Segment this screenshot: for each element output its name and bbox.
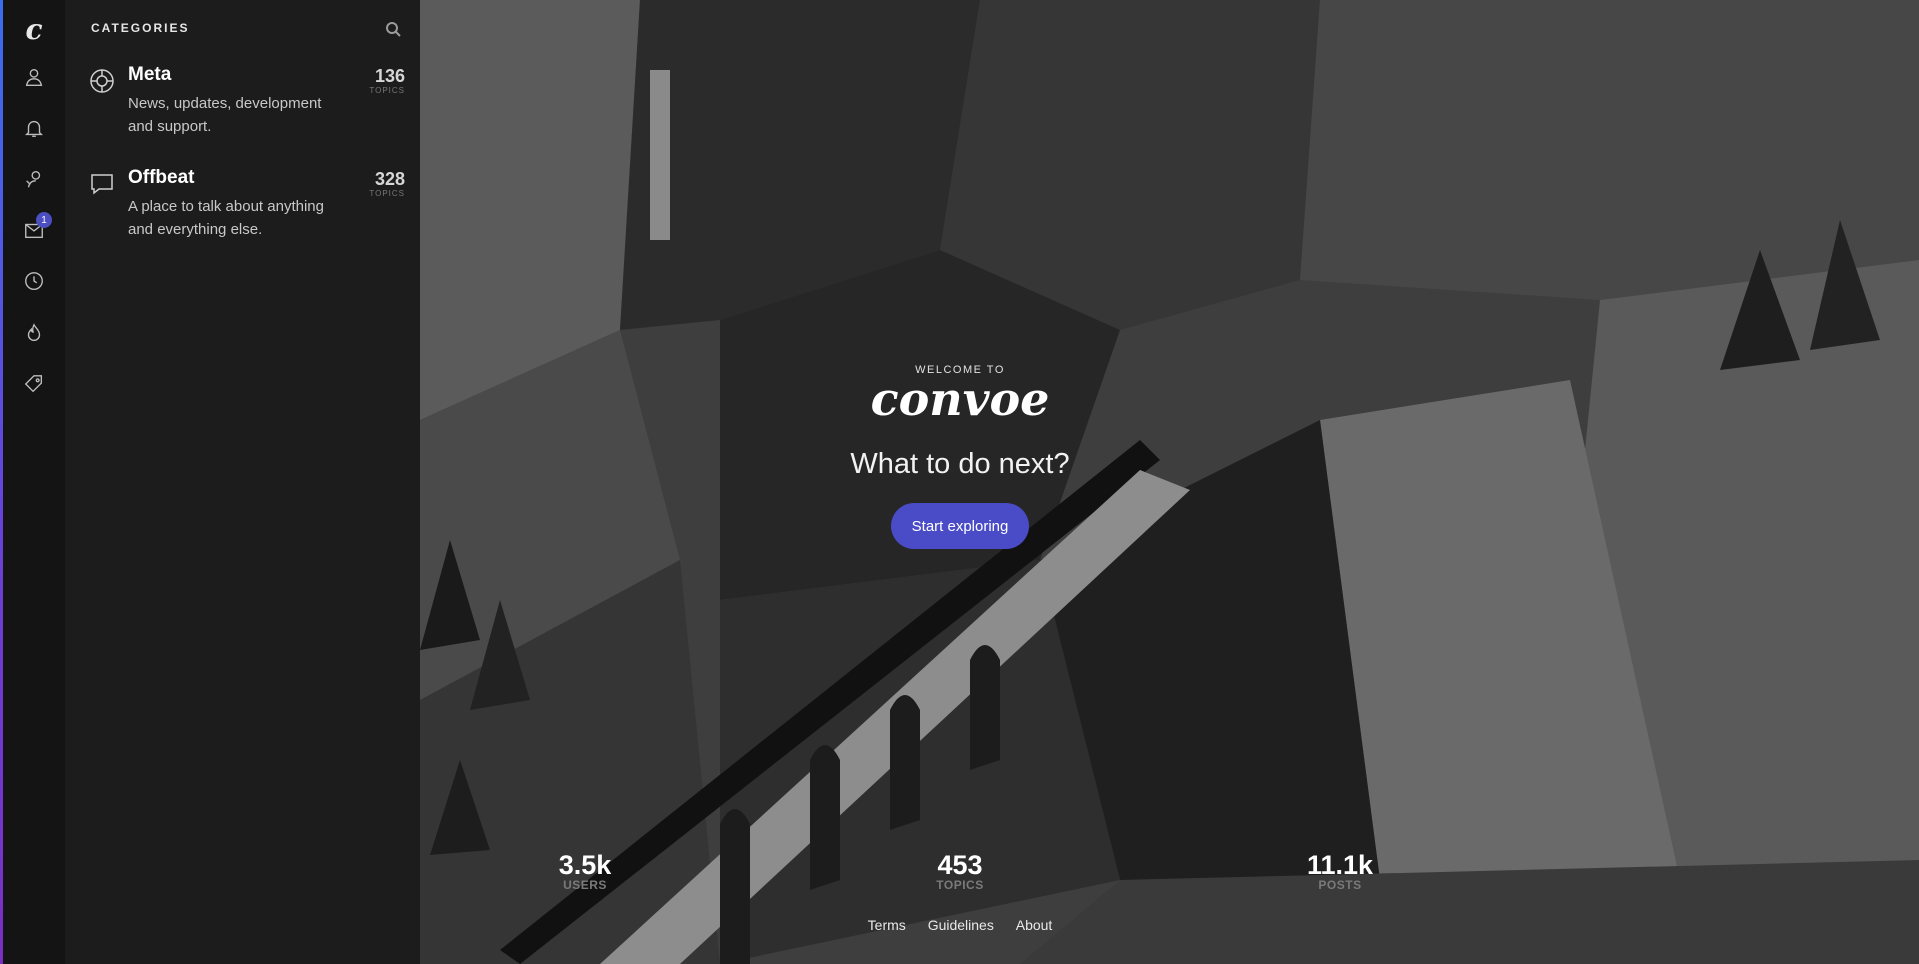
category-item-meta[interactable]: Meta News, updates, development and supp… (85, 64, 405, 154)
profile-nav-item[interactable] (19, 62, 49, 92)
stat-users: 3.5k USERS (505, 850, 665, 892)
bell-icon (25, 120, 43, 137)
notifications-nav-item[interactable] (19, 113, 49, 143)
users-nav-item[interactable] (19, 164, 49, 194)
category-item-offbeat[interactable]: Offbeat A place to talk about anything a… (85, 167, 405, 257)
inbox-badge: 1 (36, 212, 52, 228)
terms-link[interactable]: Terms (868, 917, 906, 933)
stat-value: 3.5k (558, 850, 612, 880)
stat-value: 453 (937, 850, 983, 880)
popular-nav-item[interactable] (19, 318, 49, 348)
search-icon (386, 22, 401, 37)
category-topic-count: 328 TOPICS (369, 169, 405, 198)
guidelines-link[interactable]: Guidelines (928, 917, 994, 933)
user-icon (25, 68, 43, 86)
topic-count-label: TOPICS (369, 86, 405, 95)
start-exploring-button[interactable]: Start exploring (891, 503, 1029, 549)
stat-label: POSTS (1318, 878, 1362, 892)
stat-label: USERS (563, 878, 607, 892)
search-button[interactable] (385, 21, 401, 37)
stat-posts: 11.1k POSTS (1260, 850, 1420, 892)
category-topic-count: 136 TOPICS (369, 66, 405, 95)
category-name: Meta (128, 64, 172, 85)
footer-links: Terms Guidelines About (420, 917, 1500, 933)
clock-icon (25, 272, 43, 290)
hero-background-illustration (420, 0, 1919, 964)
categories-panel: CATEGORIES Meta News, updates, developme… (65, 0, 420, 964)
about-link[interactable]: About (1016, 917, 1053, 933)
icon-rail: c 1 (3, 0, 65, 964)
stat-topics: 453 TOPICS (880, 850, 1040, 892)
topic-count-value: 136 (374, 66, 405, 86)
logo-icon[interactable]: c (19, 13, 49, 46)
category-description: A place to talk about anything and every… (128, 198, 324, 238)
category-description: News, updates, development and support. (128, 95, 322, 135)
welcome-hero: WELCOME TO convoe What to do next? Start… (420, 0, 1919, 964)
tag-icon (24, 375, 43, 393)
inbox-nav-item[interactable]: 1 (19, 212, 52, 245)
recent-nav-item[interactable] (19, 266, 49, 296)
lifebuoy-icon (89, 68, 115, 94)
stat-label: TOPICS (936, 878, 984, 892)
category-name: Offbeat (128, 167, 195, 188)
stat-value: 11.1k (1306, 850, 1374, 880)
brand-logo: convoe (870, 372, 1050, 426)
flame-icon (27, 323, 41, 341)
panel-title: CATEGORIES (91, 21, 190, 35)
topic-count-label: TOPICS (369, 189, 405, 198)
users-icon (26, 170, 41, 188)
hero-tagline: What to do next? (850, 448, 1070, 480)
topic-count-value: 328 (374, 169, 405, 189)
tags-nav-item[interactable] (19, 369, 49, 399)
chat-icon (89, 171, 115, 197)
